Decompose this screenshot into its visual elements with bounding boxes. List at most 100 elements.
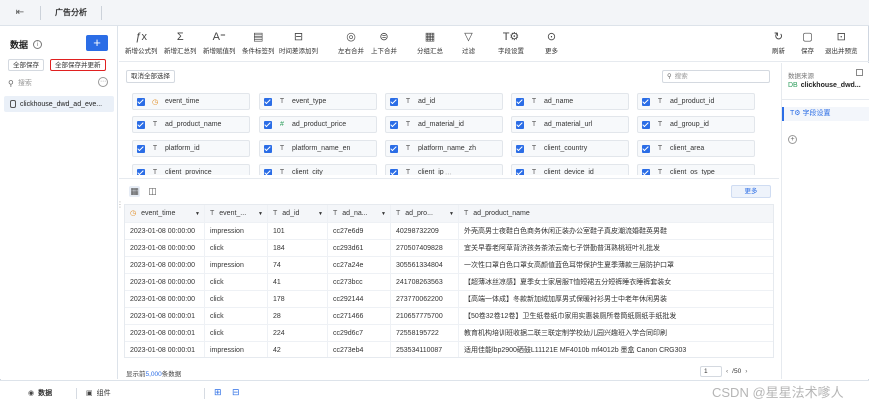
column-header[interactable]: Tad_product_name (459, 205, 773, 223)
field-checkbox[interactable] (516, 168, 524, 175)
field-chip[interactable]: # ad_product_price (259, 116, 377, 133)
info-icon[interactable]: i (33, 40, 43, 49)
tag-column-icon: ▤ (253, 31, 264, 43)
toolbar-condition-tag-column-button[interactable]: ▤ 条件标签列 (242, 29, 275, 55)
save-button[interactable]: ▢ 保存 (801, 29, 814, 55)
step-field-settings[interactable]: T⚙ 字段设置 (782, 107, 869, 121)
save-all-button[interactable]: 全部保存 (8, 59, 44, 71)
toolbar: ƒx 新增公式列 Σ 新增汇总列 A⁼ 新增赋值列 ▤ 条件标签列 ⊟ 时间差添… (119, 26, 869, 62)
add-step-icon[interactable]: + (788, 135, 797, 144)
field-chip[interactable]: Tevent_type (259, 93, 377, 110)
toolbar-time-diff-column-button[interactable]: ⊟ 时间差添加列 (279, 29, 318, 55)
field-chip[interactable]: Tad_name (511, 93, 629, 110)
column-header[interactable]: ◷ event_time ▼ (125, 205, 205, 223)
field-chip[interactable]: ◷ event_time (132, 93, 250, 110)
add-chart-icon[interactable]: ⊞ (214, 387, 222, 398)
page-input[interactable]: 1 (700, 366, 722, 377)
field-chip[interactable]: Tplatform_id (132, 140, 250, 157)
toolbar-new-formula-column-button[interactable]: ƒx 新增公式列 (125, 29, 158, 55)
field-chip[interactable]: Tad_product_name (132, 116, 250, 133)
tab-data[interactable]: ◉ 数据 (28, 386, 52, 400)
toolbar-new-summary-column-button[interactable]: Σ 新增汇总列 (164, 29, 197, 55)
field-chip[interactable]: Tclient_city (259, 164, 377, 175)
table-cell: 外壳高男士夜鞋白色商务休闲正装办公室鞋子真皮潮流婚鞋英男鞋 (459, 223, 773, 240)
text-type-icon: T (279, 145, 285, 152)
toolbar-new-assign-column-button[interactable]: A⁼ 新增赋值列 (203, 29, 236, 55)
field-chip[interactable]: Tclient_country (511, 140, 629, 157)
table-cell: 184 (268, 240, 328, 257)
toolbar-filter-button[interactable]: ▽ 过滤 (462, 29, 475, 55)
toolbar-group-summary-button[interactable]: ▦ 分组汇总 (417, 29, 443, 55)
field-checkbox[interactable] (390, 120, 398, 129)
field-checkbox[interactable] (137, 97, 145, 106)
toolbar-more-button[interactable]: ⊙ 更多 (545, 29, 558, 55)
dataset-search[interactable]: ⚲ 搜索 ⋯ (8, 76, 108, 90)
field-checkbox[interactable] (516, 144, 524, 153)
field-checkbox[interactable] (642, 97, 650, 106)
field-chip[interactable]: Tad_group_id (637, 116, 755, 133)
next-page-icon[interactable]: › (745, 368, 747, 375)
field-checkbox[interactable] (642, 168, 650, 175)
field-checkbox[interactable] (390, 144, 398, 153)
column-menu-icon[interactable]: ▼ (381, 205, 386, 223)
save-all-and-update-button[interactable]: 全部保存并更新 (50, 59, 106, 71)
table-view-icon[interactable]: ▦ (129, 186, 140, 197)
toolbar-left-right-merge-button[interactable]: ◎ 左右合并 (338, 29, 364, 55)
tab-ad-analysis[interactable]: 广告分析 (41, 0, 101, 26)
field-chip[interactable]: Tclient_os_type (637, 164, 755, 175)
field-checkbox[interactable] (516, 120, 524, 129)
toolbar-up-down-merge-button[interactable]: ⊜ 上下合并 (371, 29, 397, 55)
field-checkbox[interactable] (390, 168, 398, 175)
field-checkbox[interactable] (390, 97, 398, 106)
back-icon[interactable]: ⇤ (0, 0, 40, 26)
field-checkbox[interactable] (264, 97, 272, 106)
column-header[interactable]: Tad_na... ▼ (328, 205, 391, 223)
field-checkbox[interactable] (642, 144, 650, 153)
dataset-item[interactable]: clickhouse_dwd_ad_eve... (4, 96, 114, 112)
more-options-icon[interactable]: ⋯ (98, 77, 108, 87)
table-cell: impression (205, 257, 268, 274)
filter-icon: ▽ (464, 31, 473, 43)
add-table-icon[interactable]: ⊟ (232, 387, 240, 398)
column-menu-icon[interactable]: ▼ (318, 205, 323, 223)
field-chip-label: client_ip (418, 169, 444, 175)
toolbar-field-settings-button[interactable]: T⚙ 字段设置 (498, 29, 524, 55)
layout-view-icon[interactable]: ◫ (147, 186, 158, 197)
prev-page-icon[interactable]: ‹ (726, 368, 728, 375)
field-checkbox[interactable] (264, 168, 272, 175)
field-search-input[interactable]: ⚲ 搜索 (662, 70, 770, 83)
field-chip[interactable]: Tplatform_name_zh (385, 140, 503, 157)
column-header[interactable]: Tad_id ▼ (268, 205, 328, 223)
exit-and-preview-button[interactable]: ⊡ 退出并预览 (825, 29, 858, 55)
field-chip[interactable]: Tad_id (385, 93, 503, 110)
text-type-icon: T (657, 145, 663, 152)
field-chip[interactable]: Tad_material_url (511, 116, 629, 133)
column-header[interactable]: Tad_pro... ▼ (391, 205, 459, 223)
column-menu-icon[interactable]: ▼ (449, 205, 454, 223)
preview-more-button[interactable]: 更多 (731, 185, 771, 198)
field-chip-label: ad_product_name (165, 121, 222, 128)
column-menu-icon[interactable]: ▼ (195, 205, 200, 223)
field-chip[interactable]: Tad_material_id (385, 116, 503, 133)
field-checkbox[interactable] (264, 120, 272, 129)
tab-component[interactable]: ▣ 组件 (86, 386, 111, 400)
field-chip[interactable]: Tclient_device_id (511, 164, 629, 175)
field-checkbox[interactable] (137, 168, 145, 175)
field-chip[interactable]: Tad_product_id (637, 93, 755, 110)
column-header[interactable]: Tevent_... ▼ (205, 205, 268, 223)
field-checkbox[interactable] (642, 120, 650, 129)
column-menu-icon[interactable]: ▼ (258, 205, 263, 223)
refresh-button[interactable]: ↻ 刷新 (772, 29, 785, 55)
field-chip[interactable]: Tclient_ip (385, 164, 503, 175)
fields-resize-handle[interactable]: ⋯ (445, 170, 453, 178)
field-checkbox[interactable] (264, 144, 272, 153)
field-checkbox[interactable] (516, 97, 524, 106)
field-checkbox[interactable] (137, 120, 145, 129)
field-checkbox[interactable] (137, 144, 145, 153)
cancel-all-selection-button[interactable]: 取消全部选择 (126, 70, 175, 83)
field-chip[interactable]: Tclient_area (637, 140, 755, 157)
expand-icon[interactable] (856, 69, 863, 76)
add-dataset-button[interactable]: + (86, 35, 108, 51)
field-chip[interactable]: Tclient_province (132, 164, 250, 175)
field-chip[interactable]: Tplatform_name_en (259, 140, 377, 157)
